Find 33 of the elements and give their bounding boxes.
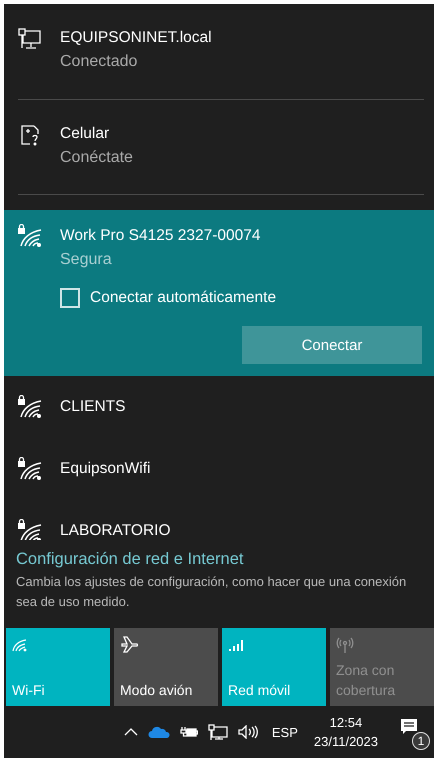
network-item-selected[interactable]: Work Pro S4125 2327-00074 Segura Conectar automáticamente Conectar [4,210,434,376]
quick-action-tile[interactable]: Modo avión [114,628,218,706]
chevron-up-icon [124,728,138,736]
network-name[interactable]: EquipsonWifi [60,457,150,481]
language-indicator[interactable]: ESP [272,724,298,740]
wifi-lock-icon [16,519,44,540]
network-status: Conéctate [60,148,133,168]
antenna-icon [336,637,354,653]
wifi-lock-icon [16,457,44,481]
signal-bars-icon [228,639,246,651]
settings-description: Cambia los ajustes de configuración, como hacer que una conexión sea de uso medido. [16,573,408,611]
monitor-icon [208,724,228,740]
wifi-lock-icon [16,395,44,419]
wifi-lock-icon [16,224,44,248]
speaker-icon [238,725,260,739]
clock[interactable]: 12:54 23/11/2023 [314,713,378,751]
notification-count: 1 [412,732,430,750]
wifi-icon [12,638,28,652]
checkbox-label[interactable]: Conectar automáticamente [90,289,276,307]
network-name: Work Pro S4125 2327-00074 [60,226,260,246]
checkbox[interactable] [60,288,80,308]
network-name[interactable]: EQUIPSONINET.local [60,26,212,50]
airplane-icon [120,636,140,654]
network-status: Segura [60,250,113,270]
connect-button[interactable]: Conectar [242,326,422,364]
cloud-icon [148,726,170,738]
battery-plug-icon [180,726,198,738]
network-name[interactable]: LABORATORIO [60,519,171,540]
network-name[interactable]: CLIENTS [60,395,126,419]
network-status: Conectado [60,52,138,72]
message-icon [400,718,418,736]
settings-link[interactable]: Configuración de red e Internet [16,548,420,570]
network-name[interactable]: Celular [60,122,133,146]
